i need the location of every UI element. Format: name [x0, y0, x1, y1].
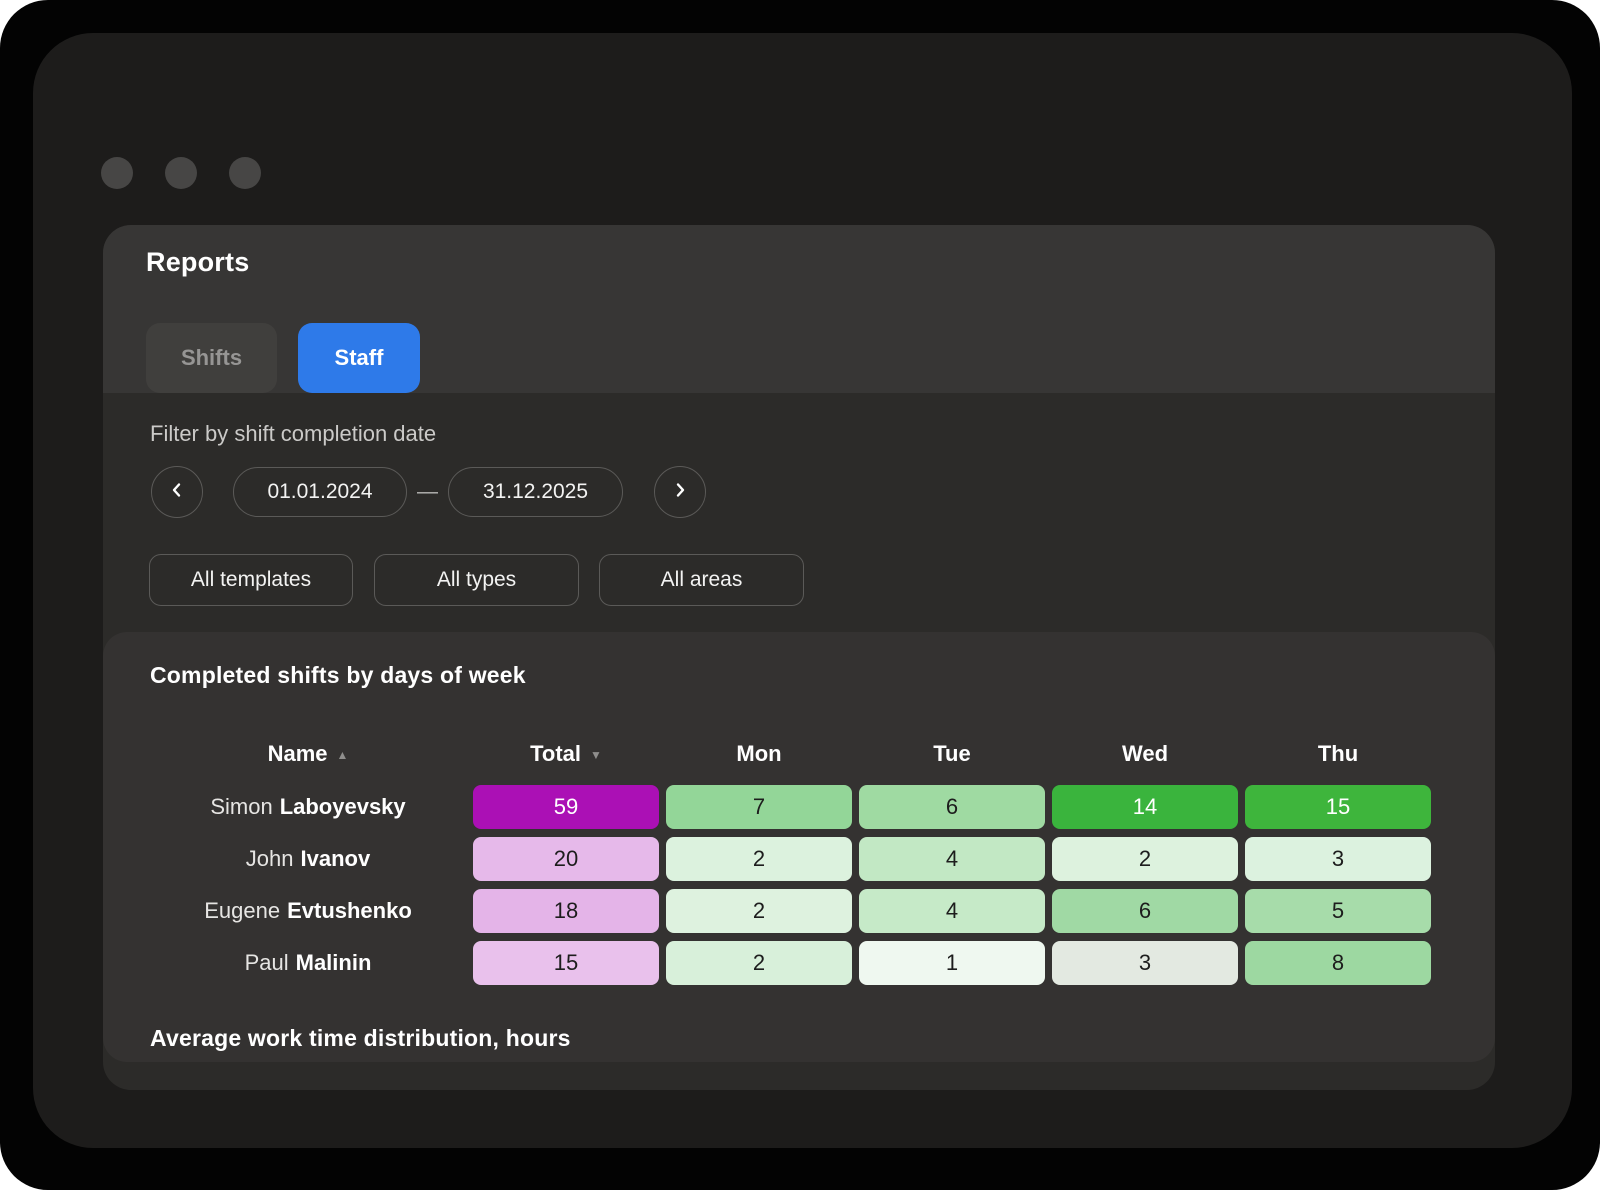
- all-areas-label: All areas: [661, 568, 743, 592]
- table-cell-tue: 4: [859, 837, 1045, 881]
- last-name: Laboyevsky: [280, 794, 406, 820]
- column-header-thu: Thu: [1245, 731, 1431, 777]
- date-to-field[interactable]: 31.12.2025: [448, 467, 623, 517]
- table-cell-tue: 6: [859, 785, 1045, 829]
- tab-shifts-label: Shifts: [181, 345, 242, 371]
- column-header-total[interactable]: Total ▼: [473, 731, 659, 777]
- tab-staff-label: Staff: [335, 345, 384, 371]
- table-cell-wed: 6: [1052, 889, 1238, 933]
- table-cell-total: 59: [473, 785, 659, 829]
- all-types-label: All types: [437, 568, 516, 592]
- date-from-value: 01.01.2024: [267, 480, 372, 504]
- table-row-name: John Ivanov: [150, 837, 466, 881]
- date-to-value: 31.12.2025: [483, 480, 588, 504]
- last-name: Ivanov: [301, 846, 371, 872]
- window-control-dot[interactable]: [229, 157, 261, 189]
- completed-shifts-card: Completed shifts by days of week Name ▲ …: [103, 632, 1495, 1062]
- table-cell-wed: 3: [1052, 941, 1238, 985]
- table-cell-thu: 3: [1245, 837, 1431, 881]
- column-header-name[interactable]: Name ▲: [150, 731, 466, 777]
- page-title: Reports: [146, 247, 249, 278]
- table-cell-total: 15: [473, 941, 659, 985]
- date-range-next-button[interactable]: [654, 466, 706, 518]
- table-row-name: Simon Laboyevsky: [150, 785, 466, 829]
- all-areas-filter-button[interactable]: All areas: [599, 554, 804, 606]
- first-name: Eugene: [204, 898, 280, 924]
- column-header-mon: Mon: [666, 731, 852, 777]
- window-control-dot[interactable]: [101, 157, 133, 189]
- window-control-dot[interactable]: [165, 157, 197, 189]
- table-cell-mon: 2: [666, 889, 852, 933]
- table-cell-thu: 5: [1245, 889, 1431, 933]
- average-work-time-title: Average work time distribution, hours: [150, 1025, 571, 1052]
- tab-shifts[interactable]: Shifts: [146, 323, 277, 393]
- chevron-left-icon: [169, 482, 185, 503]
- last-name: Malinin: [296, 950, 372, 976]
- table-cell-wed: 2: [1052, 837, 1238, 881]
- sort-ascending-icon: ▲: [337, 748, 349, 762]
- first-name: Paul: [245, 950, 289, 976]
- all-templates-label: All templates: [191, 568, 311, 592]
- table-row-name: Eugene Evtushenko: [150, 889, 466, 933]
- all-templates-filter-button[interactable]: All templates: [149, 554, 353, 606]
- reports-panel: Reports Shifts Staff Filter by shift com…: [103, 225, 1495, 1090]
- page-background: Reports Shifts Staff Filter by shift com…: [0, 0, 1600, 1190]
- app-window: Reports Shifts Staff Filter by shift com…: [33, 33, 1572, 1148]
- table-cell-mon: 2: [666, 837, 852, 881]
- date-range-separator: —: [407, 467, 448, 517]
- reports-header: Reports Shifts Staff: [103, 225, 1495, 393]
- column-header-name-label: Name: [268, 741, 328, 767]
- shifts-table: Name ▲ Total ▼ Mon Tue Wed Thu Simon Lab…: [150, 731, 1431, 985]
- date-from-field[interactable]: 01.01.2024: [233, 467, 407, 517]
- first-name: John: [246, 846, 294, 872]
- date-range-prev-button[interactable]: [151, 466, 203, 518]
- last-name: Evtushenko: [287, 898, 412, 924]
- column-header-wed: Wed: [1052, 731, 1238, 777]
- table-cell-mon: 2: [666, 941, 852, 985]
- tab-staff[interactable]: Staff: [298, 323, 420, 393]
- table-cell-mon: 7: [666, 785, 852, 829]
- column-header-total-label: Total: [530, 741, 581, 767]
- first-name: Simon: [210, 794, 272, 820]
- table-cell-tue: 1: [859, 941, 1045, 985]
- table-cell-thu: 8: [1245, 941, 1431, 985]
- completed-shifts-title: Completed shifts by days of week: [150, 662, 526, 689]
- sort-descending-icon: ▼: [590, 748, 602, 762]
- table-cell-total: 20: [473, 837, 659, 881]
- table-row-name: Paul Malinin: [150, 941, 466, 985]
- all-types-filter-button[interactable]: All types: [374, 554, 579, 606]
- column-header-tue: Tue: [859, 731, 1045, 777]
- filter-section-label: Filter by shift completion date: [150, 421, 436, 447]
- chevron-right-icon: [672, 482, 688, 503]
- table-cell-total: 18: [473, 889, 659, 933]
- table-cell-wed: 14: [1052, 785, 1238, 829]
- table-cell-tue: 4: [859, 889, 1045, 933]
- table-cell-thu: 15: [1245, 785, 1431, 829]
